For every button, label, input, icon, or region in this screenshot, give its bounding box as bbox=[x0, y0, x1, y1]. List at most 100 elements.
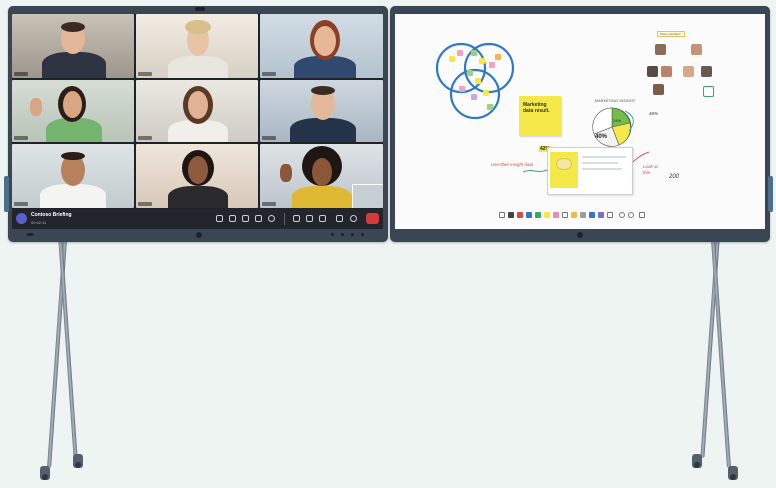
pen-blue-icon[interactable] bbox=[526, 212, 532, 218]
control-button[interactable] bbox=[351, 233, 354, 236]
shape-tool-icon[interactable] bbox=[580, 212, 586, 218]
waving-hand bbox=[30, 98, 42, 116]
card-image-detail bbox=[556, 158, 572, 170]
select-tool-icon[interactable] bbox=[499, 212, 505, 218]
pen-pink-icon[interactable] bbox=[553, 212, 559, 218]
participant-name-tag bbox=[14, 72, 28, 76]
venn-sticky[interactable] bbox=[471, 94, 477, 100]
left-display: Contoso Briefing 00:42:11 bbox=[4, 6, 388, 242]
microphone-icon[interactable] bbox=[350, 215, 357, 222]
left-side-handle bbox=[4, 176, 9, 212]
template-tool-icon[interactable] bbox=[598, 212, 604, 218]
avatar[interactable] bbox=[653, 84, 664, 95]
avatar[interactable] bbox=[647, 66, 658, 77]
check-icon[interactable] bbox=[703, 86, 714, 97]
scene: { "meeting": { "title": "Contoso Briefin… bbox=[0, 0, 776, 488]
zoom-out-icon[interactable] bbox=[293, 215, 300, 222]
participant-name-tag bbox=[138, 72, 152, 76]
participant-name-tag bbox=[262, 72, 276, 76]
bottom-sensor-icon bbox=[196, 232, 202, 238]
video-tile-9[interactable] bbox=[260, 144, 383, 208]
pen-black-icon[interactable] bbox=[508, 212, 514, 218]
participant-face bbox=[63, 91, 82, 118]
pen-red-icon[interactable] bbox=[517, 212, 523, 218]
sticky-note-tool-icon[interactable] bbox=[571, 212, 577, 218]
participant-name-tag bbox=[14, 136, 28, 140]
video-tile-1[interactable] bbox=[12, 14, 134, 78]
settings-icon[interactable] bbox=[639, 212, 645, 218]
avatar[interactable] bbox=[661, 66, 672, 77]
card-text-line bbox=[582, 162, 618, 164]
participant-body bbox=[168, 56, 228, 78]
eraser-icon[interactable] bbox=[562, 212, 568, 218]
undo-icon[interactable] bbox=[619, 212, 625, 218]
people-icon[interactable] bbox=[229, 215, 236, 222]
camera-toggle-icon[interactable] bbox=[336, 215, 343, 222]
text-tool-icon[interactable] bbox=[607, 212, 613, 218]
video-tile-5[interactable] bbox=[136, 80, 258, 142]
chat-icon[interactable] bbox=[242, 215, 249, 222]
venn-sticky[interactable] bbox=[471, 50, 477, 56]
card-text-line bbox=[582, 168, 622, 170]
venn-sticky[interactable] bbox=[457, 50, 463, 56]
grid-view-icon[interactable] bbox=[216, 215, 223, 222]
redo-icon[interactable] bbox=[628, 212, 634, 218]
venn-sticky[interactable] bbox=[495, 54, 501, 60]
avatar[interactable] bbox=[691, 44, 702, 55]
more-options-icon[interactable] bbox=[268, 215, 275, 222]
power-indicator bbox=[26, 233, 34, 236]
reactions-icon[interactable] bbox=[255, 215, 262, 222]
venn-sticky[interactable] bbox=[489, 62, 495, 68]
participant-name-tag bbox=[262, 136, 276, 140]
video-tile-6[interactable] bbox=[260, 80, 383, 142]
sticky-note[interactable]: Marketing data result. bbox=[519, 96, 561, 136]
image-tool-icon[interactable] bbox=[589, 212, 595, 218]
self-view-thumbnail[interactable] bbox=[352, 184, 383, 208]
end-call-button[interactable] bbox=[366, 213, 379, 224]
control-button[interactable] bbox=[341, 233, 344, 236]
venn-sticky[interactable] bbox=[475, 78, 481, 84]
video-tile-3[interactable] bbox=[260, 14, 383, 78]
avatar[interactable] bbox=[683, 66, 694, 77]
pie-label: 40% bbox=[595, 134, 608, 140]
video-tile-2[interactable] bbox=[136, 14, 258, 78]
venn-sticky[interactable] bbox=[459, 86, 465, 92]
right-side-handle bbox=[768, 176, 773, 212]
members-frame-label: Team members bbox=[657, 31, 685, 37]
right-handwritten-note: Look at this bbox=[643, 164, 658, 175]
participant-body bbox=[42, 52, 106, 78]
video-tile-7[interactable] bbox=[12, 144, 134, 208]
participant-body bbox=[168, 186, 228, 208]
participant-face bbox=[188, 91, 208, 119]
card-text-line bbox=[582, 156, 626, 158]
venn-sticky[interactable] bbox=[479, 58, 485, 64]
participant-face bbox=[188, 156, 208, 184]
right-caster-front bbox=[692, 454, 702, 468]
video-tile-4[interactable] bbox=[12, 80, 134, 142]
avatar[interactable] bbox=[655, 44, 666, 55]
meeting-screen: Contoso Briefing 00:42:11 bbox=[12, 14, 383, 229]
whiteboard-canvas[interactable]: Marketing data result. MARKETING INSIGHT… bbox=[395, 14, 765, 229]
venn-sticky[interactable] bbox=[449, 56, 455, 62]
highlighter-icon[interactable] bbox=[544, 212, 550, 218]
right-stand-leg-back bbox=[711, 240, 731, 468]
image-card[interactable] bbox=[547, 147, 633, 195]
left-stand-leg-back bbox=[58, 240, 78, 458]
avatar[interactable] bbox=[701, 66, 712, 77]
toolbar-divider bbox=[284, 213, 285, 225]
participant-body bbox=[290, 118, 356, 142]
right-display: Marketing data result. MARKETING INSIGHT… bbox=[390, 6, 773, 242]
venn-sticky[interactable] bbox=[483, 90, 489, 96]
left-caster-front bbox=[40, 466, 50, 480]
control-button[interactable] bbox=[361, 233, 364, 236]
venn-sticky[interactable] bbox=[467, 70, 473, 76]
video-tile-8[interactable] bbox=[136, 144, 258, 208]
bottom-sensor-icon bbox=[577, 232, 583, 238]
share-screen-icon[interactable] bbox=[306, 215, 313, 222]
pen-green-icon[interactable] bbox=[535, 212, 541, 218]
layout-icon[interactable] bbox=[319, 215, 326, 222]
control-button[interactable] bbox=[331, 233, 334, 236]
meeting-avatar bbox=[16, 213, 27, 224]
venn-sticky[interactable] bbox=[487, 104, 493, 110]
teal-scribble bbox=[624, 110, 634, 132]
